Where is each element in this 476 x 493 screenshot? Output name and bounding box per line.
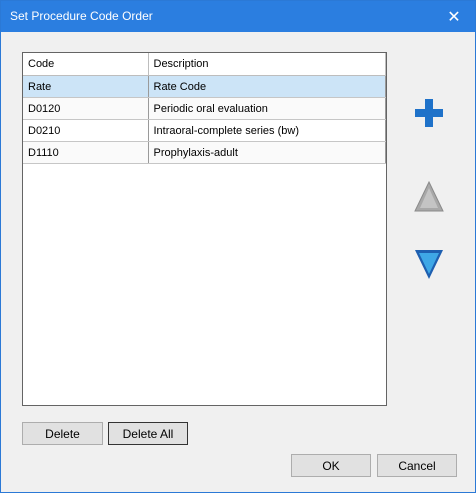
cancel-button[interactable]: Cancel (377, 454, 457, 477)
triangle-up-icon (414, 180, 444, 212)
add-button[interactable] (413, 96, 445, 130)
table-row[interactable]: D0210 Intraoral-complete series (bw) (23, 119, 386, 142)
close-button[interactable]: ✕ (433, 1, 475, 32)
cell-description[interactable]: Periodic oral evaluation (148, 97, 386, 120)
dialog-window: Set Procedure Code Order ✕ Code Descript… (0, 0, 476, 493)
column-header-description[interactable]: Description (148, 53, 386, 76)
delete-all-button[interactable]: Delete All (108, 422, 188, 445)
ok-button[interactable]: OK (291, 454, 371, 477)
table-row[interactable]: D1110 Prophylaxis-adult (23, 141, 386, 164)
table-row[interactable]: D0120 Periodic oral evaluation (23, 97, 386, 120)
cell-description[interactable]: Rate Code (148, 75, 386, 98)
cell-description[interactable]: Prophylaxis-adult (148, 141, 386, 164)
column-header-code[interactable]: Code (23, 53, 149, 76)
delete-button[interactable]: Delete (22, 422, 103, 445)
grid-header-row: Code Description (23, 53, 386, 76)
move-down-button[interactable] (413, 247, 445, 281)
close-icon: ✕ (447, 8, 461, 26)
cell-code[interactable]: D0120 (23, 97, 149, 120)
procedure-code-grid[interactable]: Code Description Rate Rate Code D0120 Pe… (22, 52, 387, 406)
triangle-down-icon (415, 250, 443, 279)
window-title: Set Procedure Code Order (10, 9, 153, 23)
cell-code[interactable]: Rate (23, 75, 149, 98)
plus-icon (415, 99, 443, 127)
title-bar[interactable]: Set Procedure Code Order ✕ (1, 1, 475, 32)
move-up-button[interactable] (413, 180, 445, 214)
cell-code[interactable]: D0210 (23, 119, 149, 142)
table-row[interactable]: Rate Rate Code (23, 75, 386, 98)
cell-description[interactable]: Intraoral-complete series (bw) (148, 119, 386, 142)
cell-code[interactable]: D1110 (23, 141, 149, 164)
